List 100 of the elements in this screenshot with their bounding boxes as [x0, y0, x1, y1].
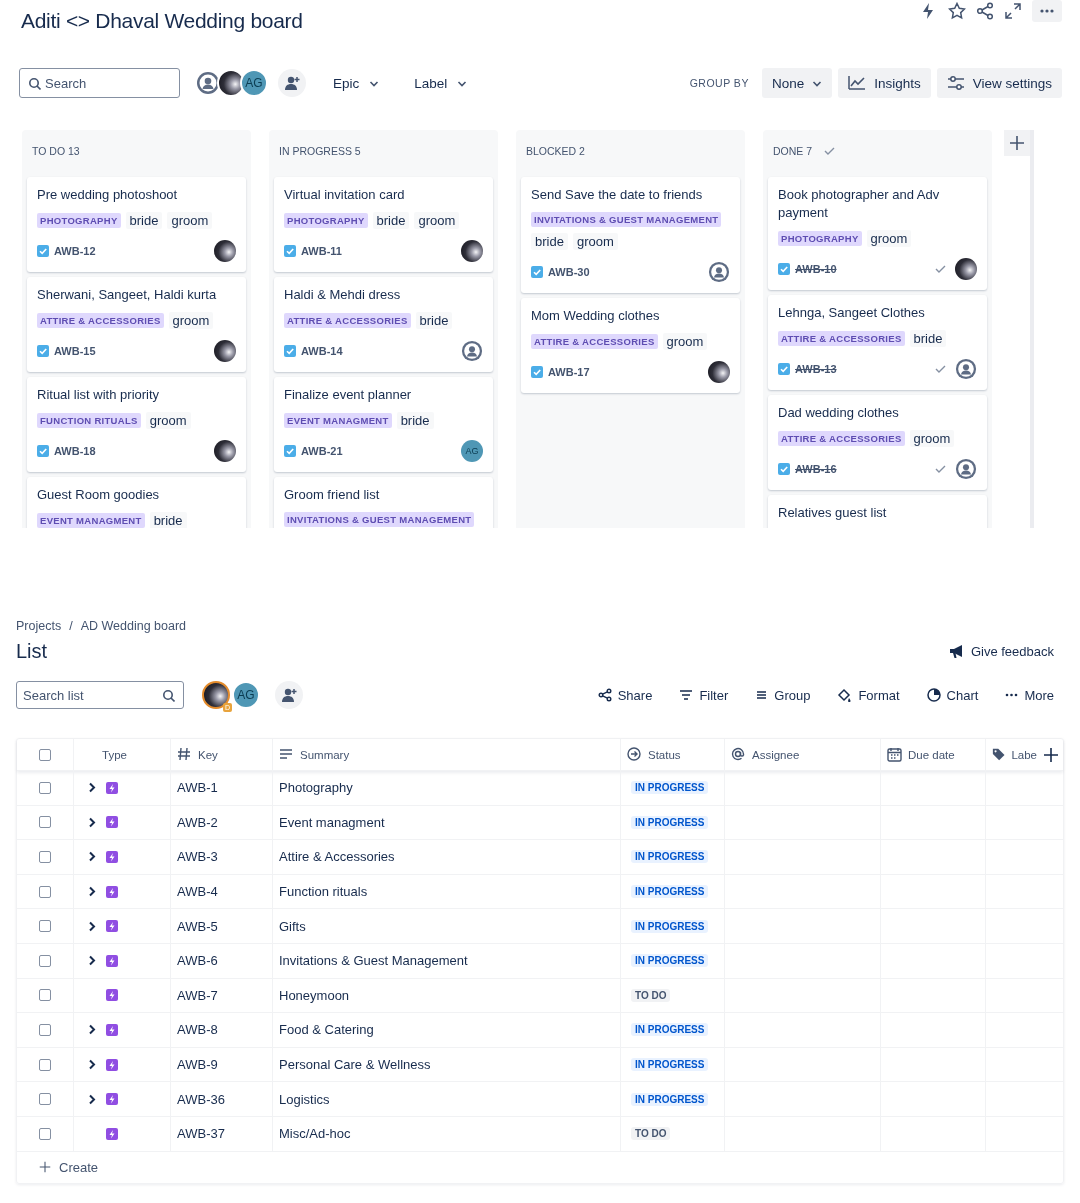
issue-card[interactable]: Guest Room goodies EVENT MANAGMENT bride	[27, 477, 246, 528]
page-title: List	[16, 639, 48, 663]
toolbar-button[interactable]: More	[1005, 687, 1054, 703]
epic-tag: FUNCTION RITUALS	[37, 413, 141, 428]
search-field[interactable]: Search	[19, 68, 180, 98]
card-title: Send Save the date to friends	[531, 186, 704, 204]
checkbox[interactable]	[39, 816, 51, 829]
avatar	[202, 681, 230, 709]
chevron-icon[interactable]	[88, 955, 96, 967]
label-tag: groom	[866, 230, 912, 247]
checkbox[interactable]	[39, 954, 51, 967]
calendar-icon	[887, 747, 902, 762]
issue-card[interactable]: Lehnga, Sangeet Clothes ATTIRE & ACCESSORIES bride AWB-13	[768, 295, 987, 390]
checkbox[interactable]	[39, 1093, 51, 1106]
table-cell: Misc/Ad-hoc	[273, 1116, 621, 1151]
checkbox[interactable]	[39, 851, 51, 863]
issue-key: AWB-16	[795, 463, 837, 475]
add-column-button[interactable]	[1043, 746, 1059, 763]
user-avatar-icon	[955, 358, 977, 380]
group-by-dropdown[interactable]: None	[761, 68, 833, 98]
issue-card[interactable]: Book photographer and Adv payment PHOTOGRAPHY groom AWB-10	[768, 177, 987, 290]
issue-card[interactable]: Pre wedding photoshoot PHOTOGRAPHY bride groom AWB-12	[27, 177, 246, 272]
status-lozenge: TO DO	[631, 1127, 671, 1141]
epic-tag: ATTIRE & ACCESSORIES	[778, 431, 905, 446]
megaphone-icon	[948, 643, 963, 659]
epic-icon	[106, 1127, 118, 1140]
toolbar-button[interactable]: Filter	[679, 687, 729, 703]
toolbar-button[interactable]: Group	[755, 687, 811, 703]
label-tag: bride	[149, 512, 187, 528]
issue-card[interactable]: Mom Wedding clothes ATTIRE & ACCESSORIES groom AWB-17	[521, 298, 740, 393]
star-icon[interactable]	[948, 2, 966, 20]
status-lozenge: IN PROGRESS	[631, 781, 709, 795]
user-avatar-icon	[461, 340, 483, 362]
chevron-icon[interactable]	[88, 1059, 96, 1071]
checkbox[interactable]	[39, 1058, 51, 1071]
card-title: Lehnga, Sangeet Clothes	[778, 304, 926, 322]
chevron-icon[interactable]	[88, 782, 96, 794]
chevron-icon[interactable]	[88, 1093, 96, 1105]
epic-icon	[106, 1093, 118, 1106]
issue-card[interactable]: Send Save the date to friends INVITATIONS & GUEST MANAGEMENT bride groom AWB-30	[521, 177, 740, 293]
column-header[interactable]: Type	[74, 739, 171, 770]
share-icon[interactable]	[976, 2, 994, 20]
status-lozenge: IN PROGRESS	[631, 1058, 709, 1072]
toolbar-button[interactable]: Chart	[926, 687, 979, 703]
issue-card[interactable]: Relatives guest list	[768, 495, 987, 528]
column-header[interactable]: Labe	[986, 739, 1065, 770]
add-column-button[interactable]	[1004, 130, 1030, 156]
checkbox[interactable]	[39, 748, 51, 761]
user-avatar-icon	[708, 261, 730, 283]
chevron-icon[interactable]	[88, 851, 96, 863]
toolbar-button[interactable]: Share	[597, 687, 653, 703]
checkbox[interactable]	[39, 781, 51, 794]
checkbox[interactable]	[39, 989, 51, 1002]
checkbox[interactable]	[39, 885, 51, 898]
column-header[interactable]: Key	[171, 739, 273, 770]
issue-card[interactable]: Virtual invitation card PHOTOGRAPHY bride groom AWB-11	[274, 177, 493, 272]
add-people-button[interactable]	[278, 69, 306, 97]
checkbox[interactable]	[39, 1023, 51, 1036]
issue-card[interactable]: Finalize event planner EVENT MANAGMENT bride AWB-21 AG	[274, 377, 493, 472]
column-header[interactable]: Status	[621, 739, 725, 770]
fullscreen-icon[interactable]	[1004, 2, 1022, 20]
checkbox[interactable]	[39, 1127, 51, 1140]
breadcrumb-link[interactable]: Projects	[16, 619, 62, 633]
plus-icon	[1009, 135, 1025, 151]
chart-icon	[848, 74, 867, 92]
feedback-button[interactable]: Give feedback	[948, 643, 1054, 659]
more-icon	[1040, 9, 1054, 13]
table-cell: AWB-3	[171, 840, 273, 874]
issue-card[interactable]: Ritual list with priority FUNCTION RITUALS groom AWB-18	[27, 377, 246, 472]
issue-card[interactable]: Haldi & Mehdi dress ATTIRE & ACCESSORIES bride AWB-14	[274, 277, 493, 372]
chevron-icon[interactable]	[88, 920, 96, 932]
task-icon	[778, 263, 790, 275]
add-people-button[interactable]	[275, 681, 303, 709]
search-icon	[28, 77, 41, 90]
table-cell: AWB-7	[171, 978, 273, 1013]
chevron-icon[interactable]	[88, 886, 96, 898]
table-cell: AWB-5	[171, 909, 273, 943]
issue-key: AWB-21	[301, 445, 343, 457]
card-title: Groom friend list	[284, 486, 381, 504]
column-header[interactable]: Due date	[881, 739, 986, 770]
column-header[interactable]: Summary	[273, 739, 621, 770]
epic-icon	[106, 954, 118, 967]
avatar	[955, 258, 977, 280]
checkbox[interactable]	[39, 920, 51, 933]
filter-dropdown[interactable]: Label	[406, 69, 476, 97]
toolbar-button[interactable]: Format	[837, 687, 900, 703]
column-header[interactable]: Assignee	[725, 739, 881, 770]
issue-card[interactable]: Dad wedding clothes ATTIRE & ACCESSORIES groom AWB-16	[768, 395, 987, 490]
issue-card[interactable]: Sherwani, Sangeet, Haldi kurta ATTIRE & ACCESSORIES groom AWB-15	[27, 277, 246, 372]
table-cell: Food & Catering	[273, 1013, 621, 1047]
search-field[interactable]: Search list	[16, 681, 184, 709]
create-button[interactable]: Create	[17, 1151, 121, 1183]
chevron-icon[interactable]	[88, 816, 96, 828]
breadcrumb-link[interactable]: AD Wedding board	[80, 619, 187, 633]
filter-dropdown[interactable]: Epic	[325, 69, 388, 97]
issue-card[interactable]: Groom friend list INVITATIONS & GUEST MANAGEMENT	[274, 477, 493, 528]
chevron-icon[interactable]	[88, 1024, 96, 1036]
issue-key: AWB-30	[548, 266, 590, 278]
insights-button[interactable]: Insights	[838, 68, 931, 98]
view-settings-button[interactable]: View settings	[936, 68, 1062, 98]
